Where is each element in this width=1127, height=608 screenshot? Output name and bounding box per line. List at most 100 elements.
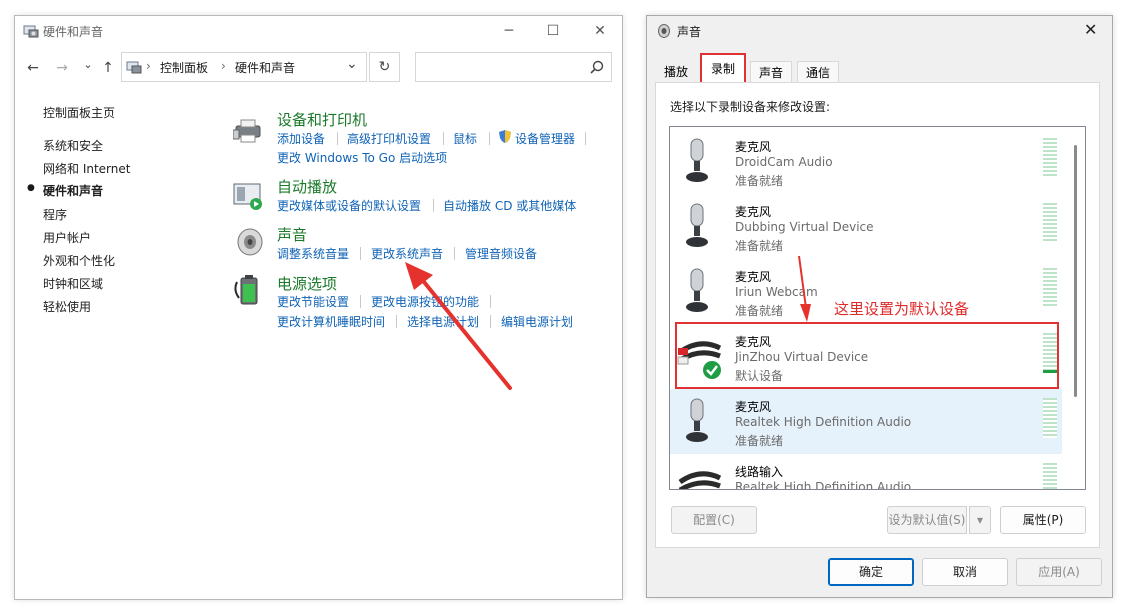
window-title: 硬件和声音 xyxy=(43,25,104,39)
change-media-defaults-link[interactable]: 更改媒体或设备的默认设置 xyxy=(277,197,421,214)
link-divider xyxy=(585,132,586,145)
minimize-button[interactable]: ─ xyxy=(496,20,522,42)
breadcrumb-hardware-sound[interactable]: 硬件和声音 xyxy=(235,59,295,76)
close-button[interactable]: ✕ xyxy=(587,20,613,42)
sidebar-item-ease-of-access[interactable]: 轻松使用 xyxy=(43,298,91,315)
sidebar-home-link[interactable]: 控制面板主页 xyxy=(43,104,115,121)
speaker-icon xyxy=(658,24,670,38)
sidebar-item-network[interactable]: 网络和 Internet xyxy=(43,160,130,177)
control-panel-icon xyxy=(126,61,142,74)
speaker-icon xyxy=(237,228,263,256)
windows-to-go-link[interactable]: 更改 Windows To Go 启动选项 xyxy=(277,149,447,166)
breadcrumb-separator: › xyxy=(146,59,151,73)
apply-button[interactable]: 应用(A) xyxy=(1016,558,1102,586)
advanced-printer-settings-link[interactable]: 高级打印机设置 xyxy=(347,130,431,147)
device-manager-link[interactable]: 设备管理器 xyxy=(515,130,575,147)
annotation-text: 这里设置为默认设备 xyxy=(834,300,970,318)
shield-icon xyxy=(499,130,511,143)
device-row[interactable]: 麦克风 Dubbing Virtual Device 准备就绪 xyxy=(670,194,1062,259)
device-status: 准备就绪 xyxy=(735,434,784,448)
address-dropdown-icon[interactable]: ⌄ xyxy=(346,56,358,72)
device-description: Realtek High Definition Audio xyxy=(735,415,912,429)
sidebar-item-hardware-sound[interactable]: 硬件和声音 xyxy=(43,182,103,199)
device-status: 准备就绪 xyxy=(735,174,784,188)
device-status: 准备就绪 xyxy=(735,239,784,253)
device-name: 麦克风 xyxy=(735,270,772,284)
recent-pages-icon[interactable]: ⌄ xyxy=(79,56,97,74)
add-device-link[interactable]: 添加设备 xyxy=(277,130,325,147)
autoplay-cd-link[interactable]: 自动播放 CD 或其他媒体 xyxy=(443,197,576,214)
audio-cable-icon xyxy=(678,471,722,489)
search-input[interactable] xyxy=(415,52,612,82)
sound-dialog: 声音 ✕ 播放 录制 声音 通信 选择以下录制设备来修改设置: 麦克风 Droi… xyxy=(646,15,1113,598)
control-panel-icon xyxy=(23,25,39,38)
category-devices-printers-title[interactable]: 设备和打印机 xyxy=(277,109,367,130)
printer-icon xyxy=(233,119,261,143)
device-name: 麦克风 xyxy=(735,205,772,219)
address-bar[interactable]: › 控制面板 › 硬件和声音 ⌄ xyxy=(121,52,367,82)
level-meter xyxy=(1043,268,1057,308)
tab-communications[interactable]: 通信 xyxy=(797,61,839,84)
properties-button[interactable]: 属性(P) xyxy=(1000,506,1086,534)
change-power-button-link[interactable]: 更改电源按钮的功能 xyxy=(371,293,479,310)
configure-button[interactable]: 配置(C) xyxy=(671,506,757,534)
adjust-volume-link[interactable]: 调整系统音量 xyxy=(277,245,349,262)
set-default-button[interactable]: 设为默认值(S) xyxy=(887,506,967,534)
sidebar-item-appearance[interactable]: 外观和个性化 xyxy=(43,252,115,269)
device-name: 线路输入 xyxy=(735,465,784,479)
level-meter xyxy=(1043,203,1057,243)
device-name: 麦克风 xyxy=(735,140,772,154)
tab-playback[interactable]: 播放 xyxy=(658,61,694,83)
battery-icon xyxy=(234,275,258,305)
device-row[interactable]: 麦克风 DroidCam Audio 准备就绪 xyxy=(670,129,1062,194)
category-autoplay-title[interactable]: 自动播放 xyxy=(277,176,337,197)
default-device-highlight xyxy=(675,322,1059,389)
link-divider xyxy=(396,315,397,328)
search-icon xyxy=(590,60,604,74)
choose-power-plan-link[interactable]: 选择电源计划 xyxy=(407,313,479,330)
title-bar: 硬件和声音 ─ ☐ ✕ xyxy=(15,16,622,46)
back-icon[interactable]: ← xyxy=(24,59,42,77)
microphone-icon xyxy=(686,398,708,442)
sidebar-item-programs[interactable]: 程序 xyxy=(43,206,67,223)
mouse-link[interactable]: 鼠标 xyxy=(453,130,477,147)
dialog-close-button[interactable]: ✕ xyxy=(1084,20,1097,39)
device-row-selected[interactable]: 麦克风 Realtek High Definition Audio 准备就绪 xyxy=(670,389,1062,454)
up-icon[interactable]: ↑ xyxy=(99,59,117,77)
sidebar-item-clock-region[interactable]: 时钟和区域 xyxy=(43,275,103,292)
tab-sounds[interactable]: 声音 xyxy=(750,61,792,84)
change-sleep-time-link[interactable]: 更改计算机睡眠时间 xyxy=(277,313,385,330)
forward-icon[interactable]: → xyxy=(53,59,71,77)
link-divider xyxy=(433,199,434,212)
device-description: Dubbing Virtual Device xyxy=(735,220,874,234)
manage-audio-devices-link[interactable]: 管理音频设备 xyxy=(465,245,537,262)
category-power-title[interactable]: 电源选项 xyxy=(277,273,337,294)
level-meter xyxy=(1043,398,1057,438)
breadcrumb-control-panel[interactable]: 控制面板 xyxy=(160,59,208,76)
device-name: 麦克风 xyxy=(735,400,772,414)
maximize-button[interactable]: ☐ xyxy=(540,20,566,42)
sidebar-item-system-security[interactable]: 系统和安全 xyxy=(43,137,103,154)
dialog-title: 声音 xyxy=(677,25,702,39)
change-power-saving-link[interactable]: 更改节能设置 xyxy=(277,293,349,310)
microphone-icon xyxy=(686,268,708,312)
cancel-button[interactable]: 取消 xyxy=(922,558,1008,586)
microphone-icon xyxy=(686,203,708,247)
control-panel-window: 硬件和声音 ─ ☐ ✕ ← → ⌄ ↑ › 控制面板 › 硬件和声音 ⌄ ↻ 控… xyxy=(14,15,623,600)
device-status: 准备就绪 xyxy=(735,304,784,318)
link-divider xyxy=(490,315,491,328)
device-row[interactable]: 线路输入 Realtek High Definition Audio xyxy=(670,454,1062,489)
refresh-button[interactable]: ↻ xyxy=(369,52,400,82)
link-divider xyxy=(337,132,338,145)
link-divider xyxy=(454,247,455,260)
change-system-sounds-link[interactable]: 更改系统声音 xyxy=(371,245,443,262)
autoplay-icon xyxy=(233,183,262,210)
breadcrumb-separator: › xyxy=(221,59,226,73)
sidebar-item-user-accounts[interactable]: 用户帐户 xyxy=(43,229,91,246)
microphone-icon xyxy=(686,138,708,182)
set-default-dropdown-icon[interactable]: ▾ xyxy=(969,506,991,534)
ok-button[interactable]: 确定 xyxy=(828,558,914,586)
list-scrollbar[interactable] xyxy=(1074,145,1077,397)
category-sound-title[interactable]: 声音 xyxy=(277,224,307,245)
edit-power-plan-link[interactable]: 编辑电源计划 xyxy=(501,313,573,330)
